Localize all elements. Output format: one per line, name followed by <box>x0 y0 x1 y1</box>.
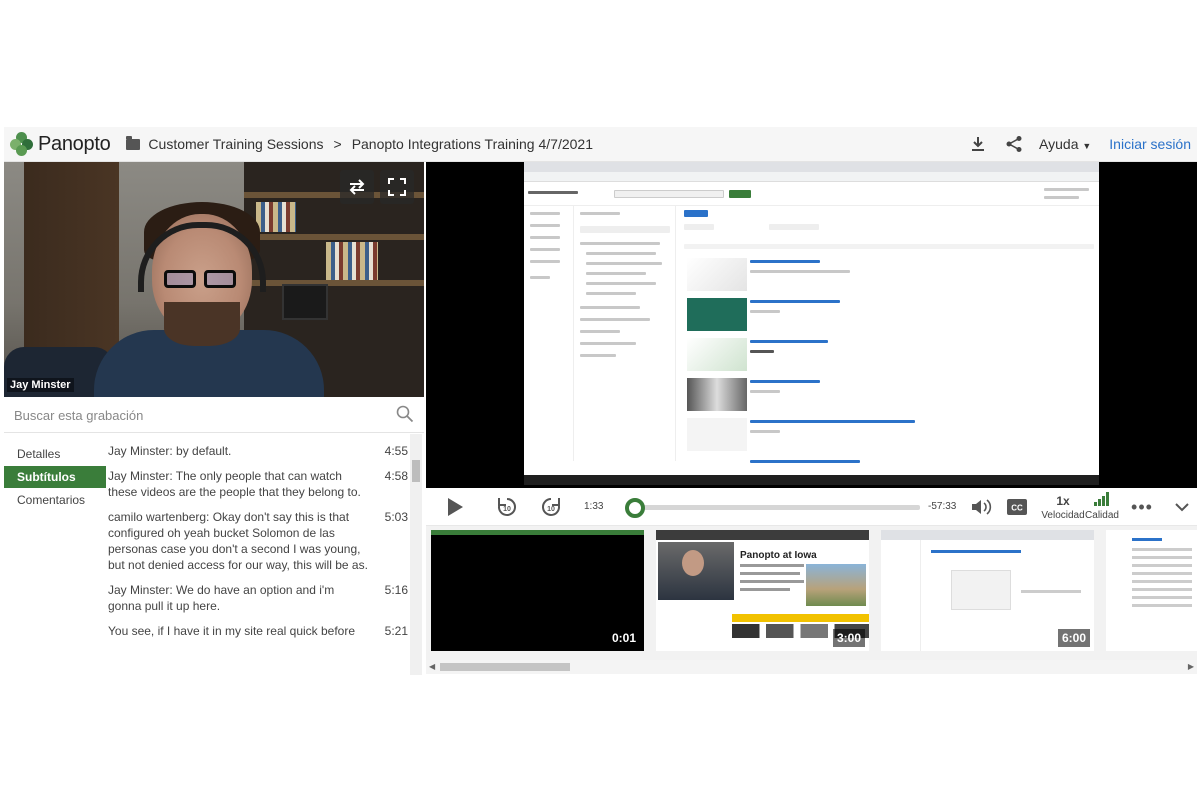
remaining-time: -57:33 <box>928 501 957 512</box>
share-icon[interactable] <box>1003 133 1025 155</box>
transcript-entry[interactable]: Jay Minster: We do have an option and i'… <box>108 582 408 614</box>
breadcrumb-session: Panopto Integrations Training 4/7/2021 <box>351 136 593 152</box>
transcript-time[interactable]: 5:21 <box>372 623 408 639</box>
transcript-time[interactable]: 5:16 <box>372 582 408 614</box>
right-pane: 10 10 1:33 -57:33 CC 1x Velocidad Calida… <box>426 162 1197 675</box>
thumbnail-strip: 0:01 Panopto at Iowa 3:00 6:00 <box>426 526 1197 660</box>
fullscreen-icon[interactable] <box>380 170 414 204</box>
screen-share-video[interactable] <box>426 162 1197 488</box>
volume-icon <box>972 499 992 515</box>
scroll-right-icon[interactable]: ▶ <box>1188 662 1194 671</box>
login-link[interactable]: Iniciar sesión <box>1109 136 1191 152</box>
side-tabs: Detalles Subtítulos Comentarios <box>4 443 106 512</box>
transcript-entry[interactable]: You see, if I have it in my site real qu… <box>108 623 408 639</box>
progress-handle[interactable] <box>624 498 645 518</box>
tab-details[interactable]: Detalles <box>4 443 106 465</box>
transcript-text: Jay Minster: The only people that can wa… <box>108 469 361 499</box>
thumbnail-2[interactable]: Panopto at Iowa 3:00 <box>656 530 869 651</box>
transcript-scrollbar[interactable] <box>410 434 422 675</box>
quality-button[interactable]: Calidad <box>1080 490 1124 524</box>
scroll-left-icon[interactable]: ◀ <box>429 662 435 671</box>
breadcrumb-folder[interactable]: Customer Training Sessions <box>148 136 323 152</box>
thumbnail-title: Panopto at Iowa <box>740 550 817 561</box>
transcript-time[interactable]: 5:03 <box>372 509 408 573</box>
caret-down-icon: ▼ <box>1082 141 1092 151</box>
thumbnail-time: 6:00 <box>1057 629 1090 647</box>
thumbnail-time: 0:01 <box>607 629 640 647</box>
volume-button[interactable] <box>968 494 994 520</box>
transcript-text: Jay Minster: We do have an option and i'… <box>108 583 335 613</box>
signal-bars-icon <box>1094 492 1109 506</box>
transcript-entry[interactable]: camilo wartenberg: Okay don't say this i… <box>108 509 408 573</box>
quality-label: Calidad <box>1085 510 1119 521</box>
thumbnail-4[interactable] <box>1106 530 1197 651</box>
transcript-text: Jay Minster: by default. <box>108 444 232 458</box>
play-button[interactable] <box>442 494 468 520</box>
skip-forward-button[interactable]: 10 <box>538 494 564 520</box>
play-icon <box>448 498 463 516</box>
webcam-video[interactable]: Jay Minster <box>4 162 424 397</box>
rewind-10-icon: 10 <box>498 498 516 516</box>
transcript-text: camilo wartenberg: Okay don't say this i… <box>108 510 368 572</box>
more-icon: ••• <box>1131 496 1153 517</box>
chevron-right-icon: > <box>333 136 342 152</box>
transcript-text: You see, if I have it in my site real qu… <box>108 624 356 638</box>
transcript-entry[interactable]: Jay Minster: The only people that can wa… <box>108 468 408 500</box>
recording-search <box>4 397 424 433</box>
skip-forward-seconds: 10 <box>547 506 555 513</box>
transcript-time[interactable]: 4:58 <box>372 468 408 500</box>
breadcrumb: Customer Training Sessions > Panopto Int… <box>126 135 593 152</box>
panopto-logo[interactable]: Panopto <box>10 132 111 156</box>
header-bar: Panopto Customer Training Sessions > Pan… <box>4 127 1197 162</box>
chevron-down-icon <box>1175 503 1189 512</box>
progress-bar[interactable] <box>624 498 920 518</box>
scrollbar-thumb[interactable] <box>412 460 420 482</box>
skip-back-seconds: 10 <box>503 506 511 513</box>
transcript-list: Jay Minster: by default. 4:55 Jay Minste… <box>108 434 408 675</box>
left-pane: Jay Minster Detalles Subtítulos Comentar… <box>4 162 424 675</box>
thumbnail-3[interactable]: 6:00 <box>881 530 1094 651</box>
elapsed-time: 1:33 <box>584 501 604 512</box>
collapse-button[interactable] <box>1170 494 1194 520</box>
panopto-viewer: Panopto Customer Training Sessions > Pan… <box>4 127 1197 675</box>
search-icon[interactable] <box>396 405 414 423</box>
swap-icon[interactable] <box>340 170 374 204</box>
thumbnail-scrollbar[interactable]: ◀ ▶ <box>426 660 1197 674</box>
transcript-time[interactable]: 4:55 <box>372 443 408 459</box>
forward-10-icon: 10 <box>542 498 560 516</box>
thumbnail-time: 3:00 <box>832 629 865 647</box>
speaker-name: Jay Minster <box>7 378 74 392</box>
search-input[interactable] <box>14 405 384 425</box>
thumbnail-1[interactable]: 0:01 <box>431 530 644 651</box>
logo-text: Panopto <box>38 132 111 155</box>
header-actions: Ayuda ▼ Iniciar sesión <box>967 133 1197 155</box>
folder-icon <box>126 135 141 150</box>
shared-desktop <box>524 162 1099 485</box>
scrollbar-thumb[interactable] <box>440 663 570 671</box>
more-options-button[interactable]: ••• <box>1130 494 1154 520</box>
player-controls: 10 10 1:33 -57:33 CC 1x Velocidad Calida… <box>426 488 1197 526</box>
svg-text:CC: CC <box>1011 504 1023 513</box>
captions-button[interactable]: CC <box>1004 494 1030 520</box>
help-label: Ayuda <box>1039 136 1079 152</box>
tab-captions[interactable]: Subtítulos <box>4 466 106 488</box>
skip-back-button[interactable]: 10 <box>494 494 520 520</box>
download-icon[interactable] <box>967 133 989 155</box>
closed-captions-icon: CC <box>1007 499 1027 515</box>
help-menu[interactable]: Ayuda ▼ <box>1039 136 1091 152</box>
tab-comments[interactable]: Comentarios <box>4 489 106 511</box>
panopto-logo-icon <box>10 132 34 156</box>
transcript-entry[interactable]: Jay Minster: by default. 4:55 <box>108 443 408 459</box>
